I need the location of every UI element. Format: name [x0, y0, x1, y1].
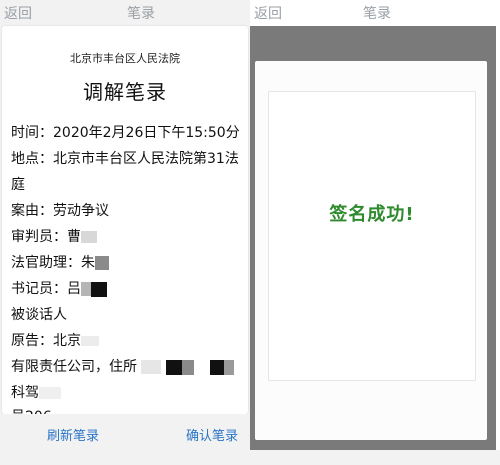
redaction-mask: [182, 359, 194, 375]
court-name: 北京市丰台区人民法院: [70, 52, 180, 65]
redaction-mask: [210, 359, 224, 375]
cause-field: 案由：劳动争议: [11, 203, 109, 219]
redaction-mask: [91, 281, 107, 297]
bottom-bar: [250, 450, 500, 465]
refresh-transcript-button[interactable]: 刷新笔录: [47, 425, 99, 444]
top-bar: 返回 笔录: [250, 0, 500, 26]
location-field-cont: 庭: [11, 177, 25, 193]
redaction-mask: [81, 336, 99, 346]
document-title: 调解笔录: [83, 80, 167, 104]
right-phone-screen: 返回 笔录 签名成功!: [250, 0, 500, 465]
redaction-mask: [166, 359, 182, 375]
redaction-mask: [95, 256, 109, 270]
redaction-mask: [81, 282, 91, 296]
clerk-text: 书记员：吕: [11, 281, 81, 297]
address-text: 科驾: [11, 385, 39, 401]
page-title: 笔录: [127, 6, 155, 22]
time-field: 时间：2020年2月26日下午15:50分: [11, 125, 240, 141]
company-text: 有限责任公司，住所: [11, 359, 137, 375]
redaction-mask: [141, 360, 161, 374]
address-line: 科驾: [11, 380, 246, 406]
judge-field: 审判员：曹: [11, 224, 246, 250]
assistant-text: 法官助理：朱: [11, 255, 95, 271]
transcript-document[interactable]: 北京市丰台区人民法院 调解笔录 时间：2020年2月26日下午15:50分 地点…: [2, 26, 248, 414]
assistant-field: 法官助理：朱: [11, 250, 246, 276]
back-button[interactable]: 返回: [4, 3, 32, 23]
redaction-mask: [81, 231, 97, 243]
redaction-mask: [39, 387, 61, 399]
judge-text: 审判员：曹: [11, 229, 81, 245]
interviewee-heading: 被谈话人: [11, 307, 67, 323]
signature-panel: 签名成功!: [268, 91, 476, 381]
address-line-cut: 号206: [11, 404, 246, 414]
company-field: 有限责任公司，住所: [11, 354, 246, 380]
page-title: 笔录: [363, 6, 391, 22]
plaintiff-field: 原告：北京: [11, 328, 246, 354]
signature-dialog: 签名成功!: [255, 61, 487, 440]
confirm-transcript-button[interactable]: 确认笔录: [186, 425, 238, 444]
back-button[interactable]: 返回: [254, 3, 282, 23]
clerk-field: 书记员：吕: [11, 276, 246, 302]
signature-success-message: 签名成功!: [329, 204, 415, 225]
top-bar: 返回 笔录: [0, 0, 250, 26]
plaintiff-text: 原告：北京: [11, 333, 81, 349]
location-field: 地点：北京市丰台区人民法院第31法: [11, 151, 239, 167]
redaction-mask: [224, 359, 234, 375]
bottom-action-bar: 刷新笔录 确认笔录: [0, 414, 250, 465]
modal-overlay: 签名成功!: [250, 26, 496, 450]
left-phone-screen: 返回 笔录 北京市丰台区人民法院 调解笔录 时间：2020年2月26日下午15:…: [0, 0, 250, 465]
